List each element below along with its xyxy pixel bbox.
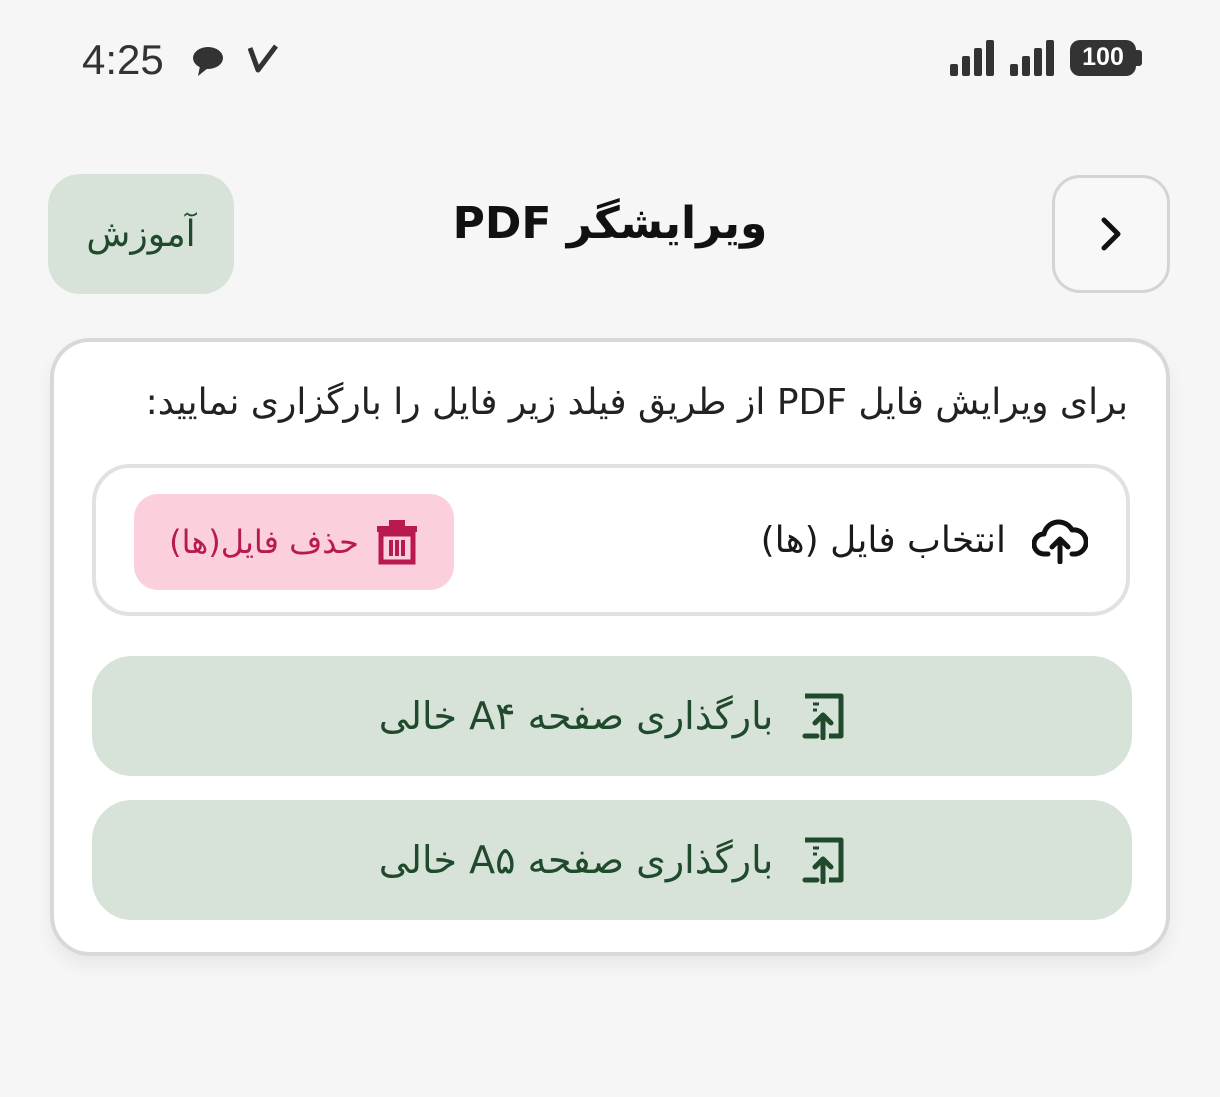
editor-card: برای ویرایش فایل PDF از طریق فیلد زیر فا… — [50, 338, 1170, 956]
chevron-right-icon — [1101, 217, 1121, 251]
trash-icon — [376, 520, 417, 565]
app-header: آموزش ویرایشگر PDF — [0, 170, 1220, 300]
file-picker: انتخاب فایل (ها) حذف فایل(ها) — [92, 464, 1130, 616]
upload-blank-a5-label: بارگذاری صفحه A۵ خالی — [378, 838, 774, 882]
battery-icon: 100 — [1070, 40, 1142, 76]
cloud-upload-icon — [1032, 519, 1088, 564]
signal-icon — [1010, 40, 1054, 76]
select-file-button[interactable]: انتخاب فایل (ها) — [761, 508, 1088, 572]
check-icon — [248, 44, 278, 73]
instructions-text: برای ویرایش فایل PDF از طریق فیلد زیر فا… — [145, 382, 1128, 423]
delete-files-button[interactable]: حذف فایل(ها) — [134, 494, 454, 590]
chat-bubble-icon — [193, 47, 223, 76]
upload-blank-a4-button[interactable]: بارگذاری صفحه A۴ خالی — [92, 656, 1132, 776]
delete-files-label: حذف فایل(ها) — [169, 523, 359, 561]
status-time: 4:25 — [82, 36, 164, 83]
page-title: ویرایشگر PDF — [452, 198, 768, 249]
back-button[interactable] — [1052, 175, 1170, 293]
page-upload-icon — [802, 837, 844, 884]
battery-level: 100 — [1082, 43, 1124, 71]
select-file-label: انتخاب فایل (ها) — [760, 519, 1006, 561]
signal-icon — [950, 40, 994, 76]
status-bar: 4:25 100 — [0, 0, 1220, 120]
upload-blank-a4-label: بارگذاری صفحه A۴ خالی — [378, 694, 774, 738]
page-upload-icon — [802, 693, 844, 740]
upload-blank-a5-button[interactable]: بارگذاری صفحه A۵ خالی — [92, 800, 1132, 920]
